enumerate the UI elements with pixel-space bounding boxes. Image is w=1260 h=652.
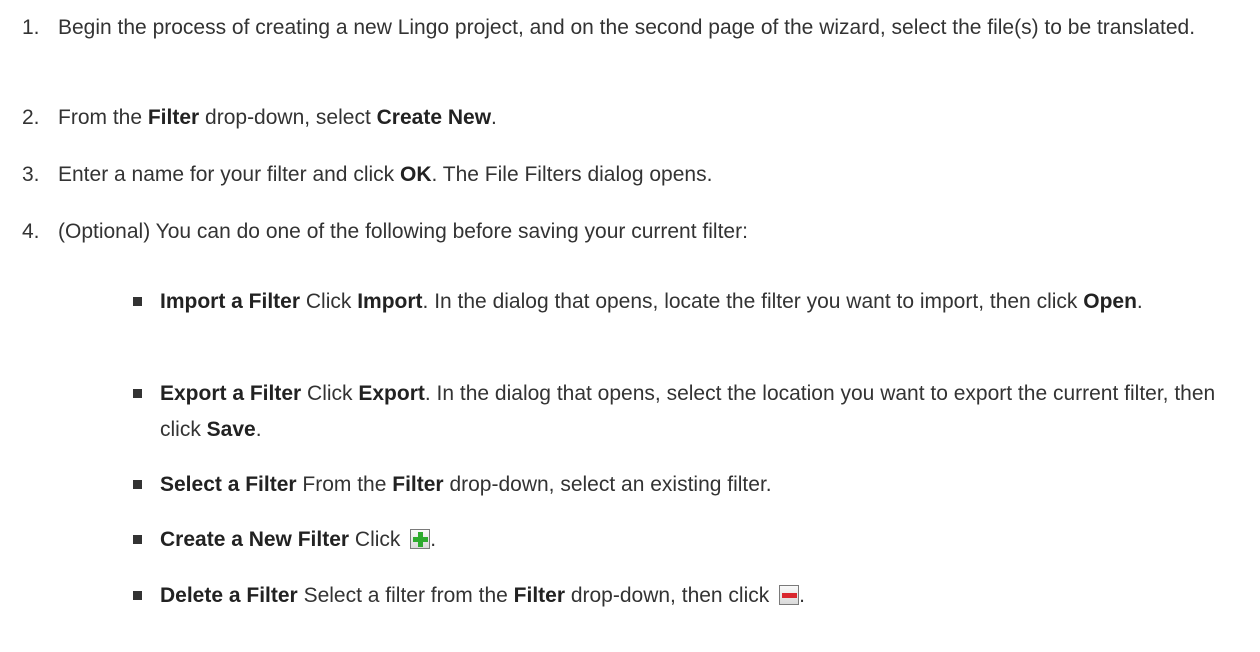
option-title: Create a New Filter [160,528,350,551]
filter-label: Filter [392,473,444,496]
bullet-square [133,480,142,489]
filter-label: Filter [147,106,200,129]
step-text: Enter a name for your filter and click O… [58,163,713,186]
bullet-square [133,297,142,306]
instructions-document: 1. Begin the process of creating a new L… [0,0,1260,652]
step-number: 4. [22,220,40,243]
option-text: Delete a Filter Select a filter from the… [160,584,805,607]
save-label: Save [206,418,256,441]
option-text: Export a Filter Click Export. In the dia… [160,382,1216,441]
ok-label: OK [399,163,432,186]
step-text: From the Filter drop-down, select Create… [58,106,497,129]
option-title: Import a Filter [160,290,301,313]
option-title: Select a Filter [160,473,297,496]
step-text: (Optional) You can do one of the followi… [58,220,748,243]
bullet-square [133,389,142,398]
step-text: Begin the process of creating a new Ling… [58,16,1196,39]
import-label: Import [357,290,423,313]
step-number: 1. [22,16,40,39]
step-number: 3. [22,163,40,186]
option-text: Import a Filter Click Import. In the dia… [160,290,1143,313]
step-1: 1. Begin the process of creating a new L… [0,10,1260,82]
open-label: Open [1083,290,1137,313]
create-new-label: Create New [376,106,492,129]
bullet-square [133,591,142,600]
option-title: Export a Filter [160,382,302,405]
option-text: Create a New Filter Click . [160,528,437,551]
export-label: Export [358,382,425,405]
add-filter-icon[interactable] [410,529,431,549]
option-title: Delete a Filter [160,584,298,607]
step-number: 2. [22,106,40,129]
delete-filter-icon[interactable] [779,585,800,605]
option-text: Select a Filter From the Filter drop-dow… [160,473,772,496]
bullet-square [133,535,142,544]
filter-label: Filter [513,584,565,607]
